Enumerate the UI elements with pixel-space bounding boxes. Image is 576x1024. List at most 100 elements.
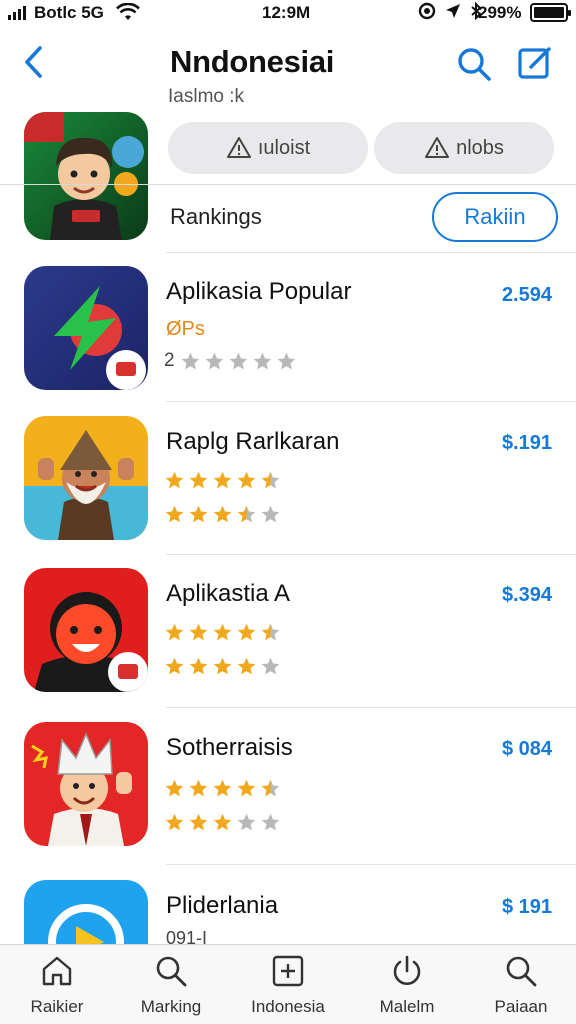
page-title: Nndonesiai [170,44,335,79]
star-empty-icon [253,352,271,369]
rankings-label: Rankings [170,204,262,229]
rating-stars-secondary [164,504,281,525]
star-filled-icon [213,505,232,523]
star-filled-icon [213,813,232,831]
star-half-icon [261,471,280,489]
tab-marking[interactable]: Marking [116,953,226,1017]
star-filled-icon [237,471,256,489]
search-icon[interactable] [454,44,494,84]
page-subtitle: Iaslmo :k [168,86,245,107]
star-filled-icon [237,657,256,675]
app-name: Pliderlania [166,892,279,919]
system-indicators [418,2,482,20]
rating-stars [164,470,281,491]
star-filled-icon [213,657,232,675]
filter-chip-2-label: nlobs [456,136,504,159]
status-bar: Botlc 5G 12:9M 299% [0,0,576,26]
star-filled-icon [165,623,184,641]
star-half-icon [261,623,280,641]
divider [166,864,576,865]
star-empty-icon [261,505,280,523]
filter-chip-1[interactable]: ıuloist [168,122,368,174]
tab-label: Raikier [30,997,84,1016]
battery-percentage: 299% [478,3,522,22]
divider [166,401,576,402]
star-empty-icon [181,352,199,369]
list-item[interactable]: Sotherraisis $ 084 [0,720,576,870]
star-filled-icon [213,471,232,489]
app-icon [24,266,148,390]
warning-icon [425,137,450,158]
featured-app-icon[interactable] [24,112,148,240]
rankings-button[interactable]: Rakiin [432,192,558,242]
divider [166,554,576,555]
rating-stars [164,778,281,799]
star-filled-icon [189,813,208,831]
star-filled-icon [165,471,184,489]
tab-malelm[interactable]: Malelm [352,953,462,1017]
star-half-icon [261,779,280,797]
star-empty-icon [205,352,223,369]
star-half-icon [237,505,256,523]
filter-chip-2[interactable]: nlobs [374,122,554,174]
app-price[interactable]: 2.594 [502,284,552,307]
back-button[interactable] [18,42,50,82]
clock-time: 12:9M [262,3,311,22]
search-icon [156,956,187,987]
star-empty-icon [261,813,280,831]
tab-label: Marking [140,997,202,1016]
star-empty-icon [229,352,247,369]
wifi-icon [116,3,140,20]
app-name: Aplikasia Popular [166,278,352,305]
carrier-label: Botlc 5G [34,3,104,22]
star-filled-icon [189,505,208,523]
star-empty-icon [237,813,256,831]
star-filled-icon [165,779,184,797]
tab-label: Paiaan [494,997,548,1016]
star-filled-icon [165,657,184,675]
star-filled-icon [165,813,184,831]
app-name: Raplg Rarlkaran [166,428,340,455]
app-price[interactable]: $ 191 [502,896,552,919]
tab-raikier[interactable]: Raikier [2,953,112,1017]
location-arrow-icon [446,4,460,18]
star-filled-icon [189,623,208,641]
app-price[interactable]: $.191 [502,432,552,455]
rating-stars [164,622,281,643]
plus-square-icon [272,955,304,987]
star-filled-icon [165,505,184,523]
tab-label: Malelm [379,997,435,1016]
star-filled-icon [189,779,208,797]
app-price[interactable]: $ 084 [502,738,552,761]
app-name: Sotherraisis [166,734,293,761]
tab-label: Indonesia [251,997,325,1016]
tab-paiaan[interactable]: Paiaan [466,953,576,1017]
app-icon [24,568,148,692]
orientation-lock-icon [418,2,436,20]
tab-indonesia[interactable]: Indonesia [233,953,343,1017]
battery-icon [530,3,571,22]
divider [166,707,576,708]
app-name: Aplikastia A [166,580,291,607]
rating-stars-secondary [164,656,281,677]
divider [0,184,576,185]
star-empty-icon [277,352,295,369]
star-filled-icon [213,623,232,641]
list-item[interactable]: Raplg Rarlkaran $.191 [0,414,576,564]
star-filled-icon [189,471,208,489]
compose-icon[interactable] [516,44,554,82]
home-icon [42,956,72,986]
star-filled-icon [189,657,208,675]
app-price[interactable]: $.394 [502,584,552,607]
divider [166,252,576,253]
rating-stars-secondary [164,812,281,833]
app-meta: ØPs [166,318,205,340]
rating-stars: 2 [164,350,297,372]
list-item[interactable]: Aplikastia A $.394 [0,566,576,716]
list-item[interactable]: Aplikasia Popular 2.594 ØPs 2 [0,264,576,414]
filter-chip-1-label: ıuloist [257,136,311,159]
search-icon [506,956,537,987]
cellular-signal-icon [8,6,26,20]
rating-prefix: 2 [164,350,175,371]
star-filled-icon [237,623,256,641]
